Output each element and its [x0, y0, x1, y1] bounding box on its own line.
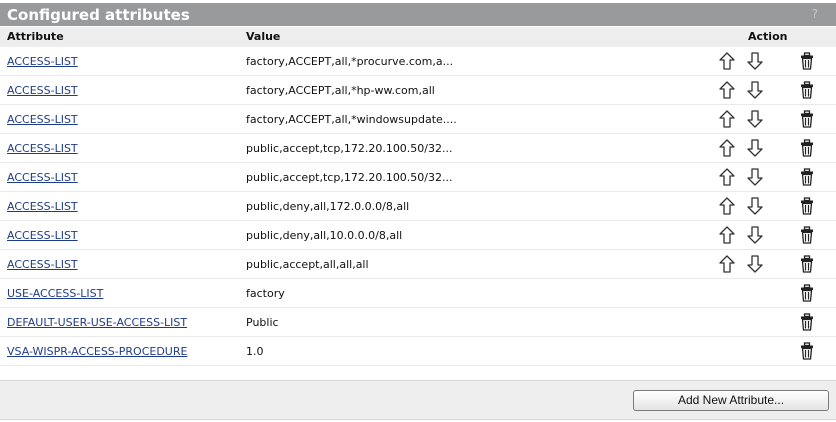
- attributes-table: ACCESS-LIST factory,ACCEPT,all,*procurve…: [0, 47, 836, 366]
- attribute-value: factory,ACCEPT,all,*procurve.com,a...: [246, 55, 454, 68]
- trash-icon[interactable]: [800, 139, 814, 157]
- arrow-up-icon[interactable]: [719, 255, 735, 273]
- panel-titlebar: Configured attributes ?: [0, 3, 836, 26]
- attribute-value: factory,ACCEPT,all,*hp-ww.com,all: [246, 84, 435, 97]
- attribute-value: public,deny,all,10.0.0.0/8,all: [246, 229, 403, 242]
- trash-icon[interactable]: [800, 81, 814, 99]
- table-row: ACCESS-LIST factory,ACCEPT,all,*windowsu…: [0, 105, 836, 134]
- trash-icon[interactable]: [800, 255, 814, 273]
- attribute-value: 1.0: [246, 345, 264, 358]
- add-new-attribute-button[interactable]: Add New Attribute...: [633, 390, 829, 411]
- arrow-up-icon[interactable]: [719, 139, 735, 157]
- attribute-value: Public: [246, 316, 279, 329]
- trash-icon[interactable]: [800, 168, 814, 186]
- column-header-attribute: Attribute: [7, 30, 64, 43]
- arrow-up-icon[interactable]: [719, 197, 735, 215]
- attribute-value: factory: [246, 287, 285, 300]
- arrow-down-icon[interactable]: [747, 168, 763, 186]
- arrow-down-icon[interactable]: [747, 110, 763, 128]
- trash-icon[interactable]: [800, 284, 814, 302]
- attribute-value: public,accept,tcp,172.20.100.50/32...: [246, 171, 453, 184]
- arrow-down-icon[interactable]: [747, 255, 763, 273]
- attribute-link[interactable]: ACCESS-LIST: [7, 229, 78, 242]
- arrow-up-icon[interactable]: [719, 226, 735, 244]
- help-icon[interactable]: ?: [812, 7, 818, 21]
- attribute-value: public,accept,tcp,172.20.100.50/32...: [246, 142, 453, 155]
- attribute-link[interactable]: ACCESS-LIST: [7, 200, 78, 213]
- attribute-value: factory,ACCEPT,all,*windowsupdate....: [246, 113, 457, 126]
- attribute-link[interactable]: VSA-WISPR-ACCESS-PROCEDURE: [7, 345, 187, 358]
- table-row: USE-ACCESS-LIST factory: [0, 279, 836, 308]
- attribute-link[interactable]: ACCESS-LIST: [7, 258, 78, 271]
- panel-title: Configured attributes: [7, 6, 190, 24]
- attribute-link[interactable]: ACCESS-LIST: [7, 84, 78, 97]
- table-row: DEFAULT-USER-USE-ACCESS-LIST Public: [0, 308, 836, 337]
- attribute-link[interactable]: ACCESS-LIST: [7, 142, 78, 155]
- table-row: ACCESS-LIST public,accept,tcp,172.20.100…: [0, 163, 836, 192]
- table-row: ACCESS-LIST public,accept,tcp,172.20.100…: [0, 134, 836, 163]
- trash-icon[interactable]: [800, 110, 814, 128]
- table-row: ACCESS-LIST factory,ACCEPT,all,*hp-ww.co…: [0, 76, 836, 105]
- arrow-up-icon[interactable]: [719, 168, 735, 186]
- arrow-down-icon[interactable]: [747, 52, 763, 70]
- trash-icon[interactable]: [800, 342, 814, 360]
- table-row: ACCESS-LIST public,deny,all,10.0.0.0/8,a…: [0, 221, 836, 250]
- column-header-action: Action: [748, 30, 788, 43]
- configured-attributes-panel: Configured attributes ? Attribute Value …: [0, 0, 836, 422]
- arrow-down-icon[interactable]: [747, 81, 763, 99]
- table-row: VSA-WISPR-ACCESS-PROCEDURE 1.0: [0, 337, 836, 366]
- arrow-up-icon[interactable]: [719, 81, 735, 99]
- column-header-value: Value: [246, 30, 281, 43]
- arrow-down-icon[interactable]: [747, 139, 763, 157]
- attribute-value: public,deny,all,172.0.0.0/8,all: [246, 200, 410, 213]
- trash-icon[interactable]: [800, 226, 814, 244]
- trash-icon[interactable]: [800, 197, 814, 215]
- table-row: ACCESS-LIST public,accept,all,all,all: [0, 250, 836, 279]
- panel-footer: Add New Attribute...: [0, 380, 836, 420]
- arrow-down-icon[interactable]: [747, 226, 763, 244]
- arrow-up-icon[interactable]: [719, 52, 735, 70]
- attribute-link[interactable]: DEFAULT-USER-USE-ACCESS-LIST: [7, 316, 187, 329]
- table-header: Attribute Value Action: [0, 27, 836, 47]
- table-row: ACCESS-LIST public,deny,all,172.0.0.0/8,…: [0, 192, 836, 221]
- table-row: ACCESS-LIST factory,ACCEPT,all,*procurve…: [0, 47, 836, 76]
- arrow-down-icon[interactable]: [747, 197, 763, 215]
- attribute-link[interactable]: ACCESS-LIST: [7, 171, 78, 184]
- trash-icon[interactable]: [800, 52, 814, 70]
- attribute-link[interactable]: ACCESS-LIST: [7, 55, 78, 68]
- arrow-up-icon[interactable]: [719, 110, 735, 128]
- attribute-link[interactable]: ACCESS-LIST: [7, 113, 78, 126]
- trash-icon[interactable]: [800, 313, 814, 331]
- attribute-value: public,accept,all,all,all: [246, 258, 369, 271]
- attribute-link[interactable]: USE-ACCESS-LIST: [7, 287, 103, 300]
